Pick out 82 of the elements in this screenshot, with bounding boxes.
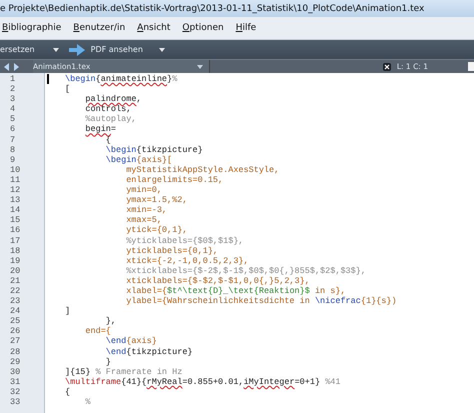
back-arrow-icon[interactable]: [4, 62, 10, 70]
menu-item[interactable]: Bibliographie: [2, 23, 62, 33]
line-number: 28: [9, 346, 22, 357]
code-line: \end{tikzpicture}: [104, 346, 194, 357]
line-number: 10: [9, 164, 22, 175]
code-line: {: [104, 134, 112, 145]
code-line: %: [84, 397, 92, 408]
arrow-icon: [68, 44, 85, 56]
code-line: \begin{axis}[: [104, 154, 174, 165]
line-number: 29: [9, 356, 22, 367]
line-number: 32: [9, 386, 22, 397]
line-number: 6: [9, 124, 16, 135]
code-line: xmin=-3,: [125, 205, 168, 216]
code-line: [: [65, 84, 72, 94]
compile-button[interactable]: ersetzen: [0, 40, 63, 58]
code-line: controls,: [84, 104, 132, 114]
menu-item[interactable]: Optionen: [182, 23, 224, 33]
line-number: 33: [9, 397, 22, 408]
window-title: e Projekte\Bedienhaptik.de\Statistik-Vortrag\2013-01-11_Statistik\10_PlotCode\Animation1.tex: [0, 4, 424, 14]
line-number: 31: [9, 376, 22, 387]
code-line: ]: [65, 306, 72, 316]
line-number: 17: [9, 236, 22, 246]
line-number: 12: [9, 185, 22, 196]
code-line: palindrome,: [84, 94, 143, 104]
code-line: %xticklabels={$-2$,$-1$,$0$,$0{,}855$,$2$,$3$},: [125, 266, 367, 276]
menu-item[interactable]: Benutzer/in: [73, 23, 126, 33]
code-line: ylabel={Wahrscheinlichkeitsdichte in \nicefrac{1}{s}): [125, 296, 398, 306]
line-number: 2: [9, 84, 16, 94]
line-number: 13: [9, 195, 22, 206]
code-line: enlargelimits=0.15,: [125, 174, 224, 186]
close-icon[interactable]: [382, 62, 391, 70]
code-line: xlabel={$t^\text{D}_\text{Reaktion}$ in s},: [125, 286, 347, 296]
caret-icon: [158, 48, 165, 52]
code-line: \begin{tikzpicture}: [104, 144, 204, 155]
code-line: myStatistikAppStyle.AxesStyle,: [125, 164, 280, 175]
code-line: ]{15} % Framerate in Hz: [65, 366, 184, 377]
caret-icon: [52, 48, 59, 52]
menu-item[interactable]: Hilfe: [236, 23, 256, 33]
code-line: begin=: [84, 124, 118, 135]
line-number: 1: [9, 74, 16, 84]
caret-icon: [197, 64, 203, 68]
line-number: 21: [9, 276, 22, 286]
code-line: yticklabels={0,1},: [125, 246, 220, 256]
code-line: \multiframe{41}{rMyReal=0.855+0.01,iMyInteger=0+1} %41: [65, 376, 342, 387]
line-number: 15: [9, 215, 22, 226]
code-line: end={: [84, 326, 112, 336]
line-number: 18: [9, 246, 22, 256]
line-number: 26: [9, 326, 22, 336]
code-line: },: [104, 316, 118, 326]
line-number: 19: [9, 256, 22, 266]
line-number: 23: [9, 296, 22, 306]
line-number: 14: [9, 205, 22, 216]
text-cursor: [47, 74, 49, 84]
code-line: xmax=5,: [125, 215, 163, 226]
line-number: 9: [9, 154, 16, 165]
menu-item[interactable]: Ansicht: [137, 23, 170, 33]
line-number: 27: [9, 336, 22, 347]
code-line: ymax=1.5,%2,: [125, 195, 188, 206]
line-number: 11: [9, 174, 22, 186]
code-line: ytick={0,1},: [125, 225, 188, 236]
line-number: 25: [9, 316, 22, 326]
line-number: 24: [9, 306, 22, 316]
code-line: xtick={-2,-1,0,0.5,2,3},: [125, 256, 250, 266]
code-line: %yticklabels={$0$,$1$},: [125, 236, 245, 246]
view-pdf-button[interactable]: PDF ansehen: [68, 40, 169, 58]
line-number: 30: [9, 366, 22, 377]
line-number: 20: [9, 266, 22, 276]
line-number: 8: [9, 144, 16, 155]
code-line: \begin{animateinline}%: [65, 74, 178, 84]
line-number: 3: [9, 94, 16, 104]
line-number: 7: [9, 134, 16, 145]
forward-arrow-icon[interactable]: [13, 62, 19, 70]
code-line: %autoplay,: [84, 114, 138, 124]
line-number: 22: [9, 286, 22, 296]
line-number: 16: [9, 225, 22, 236]
code-line: ymin=0,: [125, 185, 163, 196]
code-line: {: [65, 386, 72, 397]
code-line: \end{axis}: [104, 336, 158, 347]
code-line: }: [104, 356, 112, 367]
code-line: xticklabels={$-$2,$-$1,0,0{,}5,2,3},: [125, 276, 311, 286]
line-number: 4: [9, 104, 16, 114]
line-number: 5: [9, 114, 16, 124]
